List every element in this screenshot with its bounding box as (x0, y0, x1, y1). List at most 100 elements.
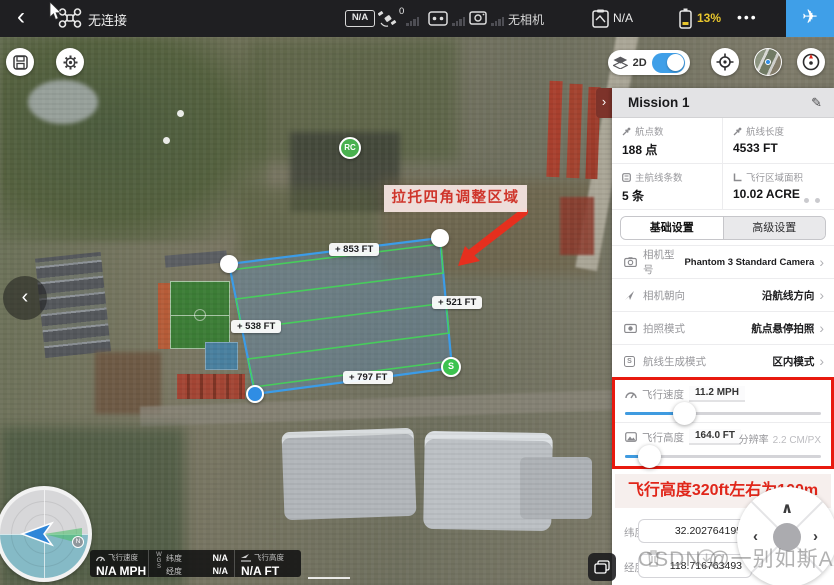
nudge-up-button[interactable]: ∧ (781, 499, 793, 517)
tab-basic-settings[interactable]: 基础设置 (621, 217, 723, 239)
rc-location-marker: RC (339, 137, 361, 159)
locate-button[interactable] (711, 48, 739, 76)
chevron-right-icon: › (602, 94, 606, 109)
battery-icon (678, 8, 693, 29)
toggle-knob (667, 54, 684, 71)
edit-mission-icon[interactable]: ✎ (811, 95, 822, 111)
watermark: CSDN @一别如斯AA (638, 543, 834, 573)
more-menu-button[interactable]: ••• (737, 9, 758, 25)
stat-area: 飞行区域面积 10.02 ACRE (723, 164, 834, 210)
north-badge: N (72, 536, 84, 548)
altitude-slider-track[interactable] (625, 455, 821, 458)
compass-reset-button[interactable] (797, 48, 825, 76)
save-icon (13, 55, 28, 70)
resolution-value: 2.2 CM/PX (773, 435, 821, 446)
chevron-right-icon: › (819, 287, 824, 303)
slider-thumb[interactable] (673, 402, 696, 425)
battery-percent: 13% (697, 11, 721, 25)
crosshair-icon (716, 53, 734, 71)
speedometer-icon (625, 389, 637, 399)
stat-main-lines: 主航线条数 5 条 (612, 164, 723, 210)
edge-length-left: + 538 FT (231, 320, 281, 333)
speed-value: 11.2 MPH (689, 386, 745, 402)
camera-icon (624, 257, 637, 267)
latitude-input[interactable]: 32.202764195 (638, 519, 752, 543)
photos-button[interactable] (588, 553, 616, 581)
mission-title: Mission 1 (628, 95, 690, 110)
stat-route-length: 航线长度 4533 FT (723, 118, 834, 164)
camera-status: 无相机 (508, 11, 544, 28)
connection-status: 无连接 (88, 10, 127, 29)
resolution-label: 分辨率 (739, 435, 769, 446)
altitude-value: 164.0 FT (689, 429, 741, 445)
heading-arrow-icon (624, 290, 635, 301)
setting-camera-model[interactable]: 相机型号 Phantom 3 Standard Camera › (612, 245, 834, 278)
left-drawer-handle[interactable]: ‹ (3, 276, 47, 320)
tab-advanced-settings[interactable]: 高级设置 (723, 217, 826, 239)
chevron-right-icon: › (819, 254, 824, 270)
map-poi-dot (163, 137, 170, 144)
drag-corners-hint: 拉托四角调整区域 (384, 185, 527, 212)
edge-length-right: + 521 FT (432, 296, 482, 309)
camera-signal-icon (469, 11, 487, 25)
slider-thumb[interactable] (638, 445, 661, 468)
start-point-marker[interactable]: S (441, 357, 461, 377)
satellite-count: 0 (399, 6, 404, 17)
gear-icon (62, 54, 79, 71)
polygon-handle-top-left[interactable] (220, 255, 238, 273)
speed-slider-track[interactable] (625, 412, 821, 415)
chevron-left-icon: ‹ (22, 286, 29, 308)
map-scale-bar (308, 577, 350, 579)
map-poi-dot (177, 110, 184, 117)
setting-route-generation[interactable]: S 航线生成模式 区内模式 › (612, 344, 834, 377)
remote-controller-icon (428, 11, 448, 26)
camera-signal-bars (491, 17, 504, 26)
wgs-label: WGS (155, 552, 162, 577)
panel-collapse-tab[interactable]: › (596, 88, 612, 118)
speedometer-icon (96, 554, 105, 562)
speed-slider-row: 飞行速度 11.2 MPH (615, 380, 831, 423)
altitude-plane-icon (241, 554, 251, 562)
s-mode-icon: S (624, 356, 635, 367)
flight-mode-clipboard-icon (592, 9, 609, 28)
layers-icon (613, 56, 628, 69)
edge-length-bottom: + 797 FT (343, 371, 393, 384)
map-mode-label: 2D (633, 57, 647, 69)
mission-header: Mission 1 ✎ (612, 88, 834, 118)
flight-mode-value: N/A (613, 11, 633, 25)
save-mission-button[interactable] (6, 48, 34, 76)
polygon-handle-top-right[interactable] (431, 229, 449, 247)
takeoff-button[interactable]: ✈ (786, 0, 834, 37)
gps-signal-bars (406, 17, 419, 26)
route-length-icon (733, 127, 742, 136)
main-lines-icon (622, 173, 631, 182)
telemetry-altitude: 飞行高度 N/A FT (234, 550, 300, 577)
mission-settings-button[interactable] (56, 48, 84, 76)
altitude-icon (625, 432, 637, 442)
gps-mode-badge: N/A (345, 10, 375, 27)
attitude-compass: N (0, 486, 92, 582)
stats-pagination-dots (804, 198, 820, 203)
compass-icon (801, 52, 821, 72)
back-button[interactable]: ‹ (8, 3, 34, 33)
status-bar: ‹ 无连接 N/A 0 (0, 0, 834, 37)
setting-capture-mode[interactable]: 拍照模式 航点悬停拍照 › (612, 311, 834, 344)
setting-camera-heading[interactable]: 相机朝向 沿航线方向 › (612, 278, 834, 311)
waypoint-icon (622, 127, 631, 136)
minimap-thumbnail (755, 49, 781, 75)
chevron-right-icon: › (819, 320, 824, 336)
rc-signal-bars (452, 17, 465, 26)
telemetry-speed: 飞行速度 N/A MPH (90, 550, 148, 577)
2d-mode-toggle[interactable] (652, 53, 685, 73)
capture-mode-icon (624, 323, 637, 333)
satellite-icon (378, 10, 397, 27)
mission-stats: 航点数 188 点 航线长度 4533 FT 主航线条数 5 条 飞行区域面积 … (612, 118, 834, 210)
telemetry-bar: 飞行速度 N/A MPH WGS 纬度N/A 经度N/A 飞行高度 N/A FT (90, 550, 301, 577)
area-ruler-icon (733, 173, 742, 182)
settings-tabs: 基础设置 高级设置 (612, 210, 834, 245)
polygon-handle-bottom-left[interactable] (246, 385, 264, 403)
minimap-button[interactable] (754, 48, 782, 76)
flight-sliders-highlight: 飞行速度 11.2 MPH 飞行高度 164.0 FT 分辨率2.2 CM/PX (612, 377, 834, 469)
map-mode-control: 2D (608, 50, 690, 75)
stat-waypoints: 航点数 188 点 (612, 118, 723, 164)
